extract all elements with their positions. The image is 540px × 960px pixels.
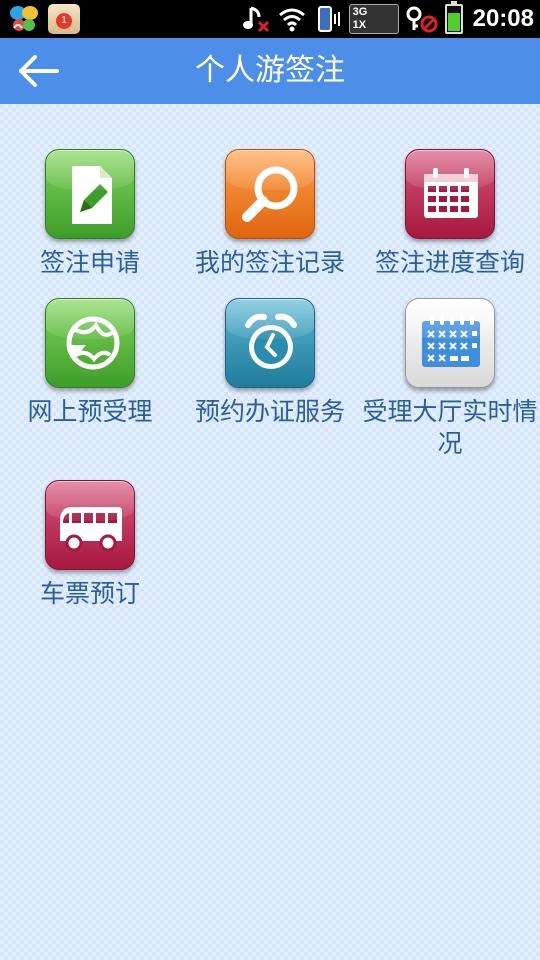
schedule-calendar-icon xyxy=(405,298,495,388)
bus-icon xyxy=(45,480,135,570)
status-bar: 1 3G 1X 20:08 xyxy=(0,0,540,38)
magnifier-icon xyxy=(225,149,315,239)
tile-label: 签注申请 xyxy=(39,248,140,277)
page-title: 个人游签注 xyxy=(195,53,345,88)
calendar-icon xyxy=(405,149,495,239)
clock: 20:08 xyxy=(472,5,534,32)
tile-label: 我的签注记录 xyxy=(194,248,345,277)
butterfly-app-icon xyxy=(8,4,40,34)
wifi-icon xyxy=(277,4,307,34)
notification-badge: 1 xyxy=(56,13,72,29)
tile-label: 车票预订 xyxy=(39,579,140,608)
title-bar: 个人游签注 xyxy=(0,38,540,104)
notification-app-icon: 1 xyxy=(48,4,80,34)
alarm-clock-icon xyxy=(225,298,315,388)
key-blocked-icon xyxy=(405,4,439,34)
phone-vibrate-icon xyxy=(313,4,343,34)
document-edit-icon xyxy=(45,149,135,239)
tile-label: 预约办证服务 xyxy=(194,397,345,426)
network-indicator: 3G 1X xyxy=(348,4,399,34)
music-muted-icon xyxy=(241,4,271,34)
network-1x-label: 1X xyxy=(352,19,367,31)
battery-icon xyxy=(444,1,463,34)
tile-label: 签注进度查询 xyxy=(374,248,525,277)
globe-arrow-icon xyxy=(45,298,135,388)
tile-label: 网上预受理 xyxy=(27,397,153,426)
network-3g-label: 3G xyxy=(352,6,368,18)
tile-label: 受理大厅实时情况 xyxy=(362,397,538,458)
